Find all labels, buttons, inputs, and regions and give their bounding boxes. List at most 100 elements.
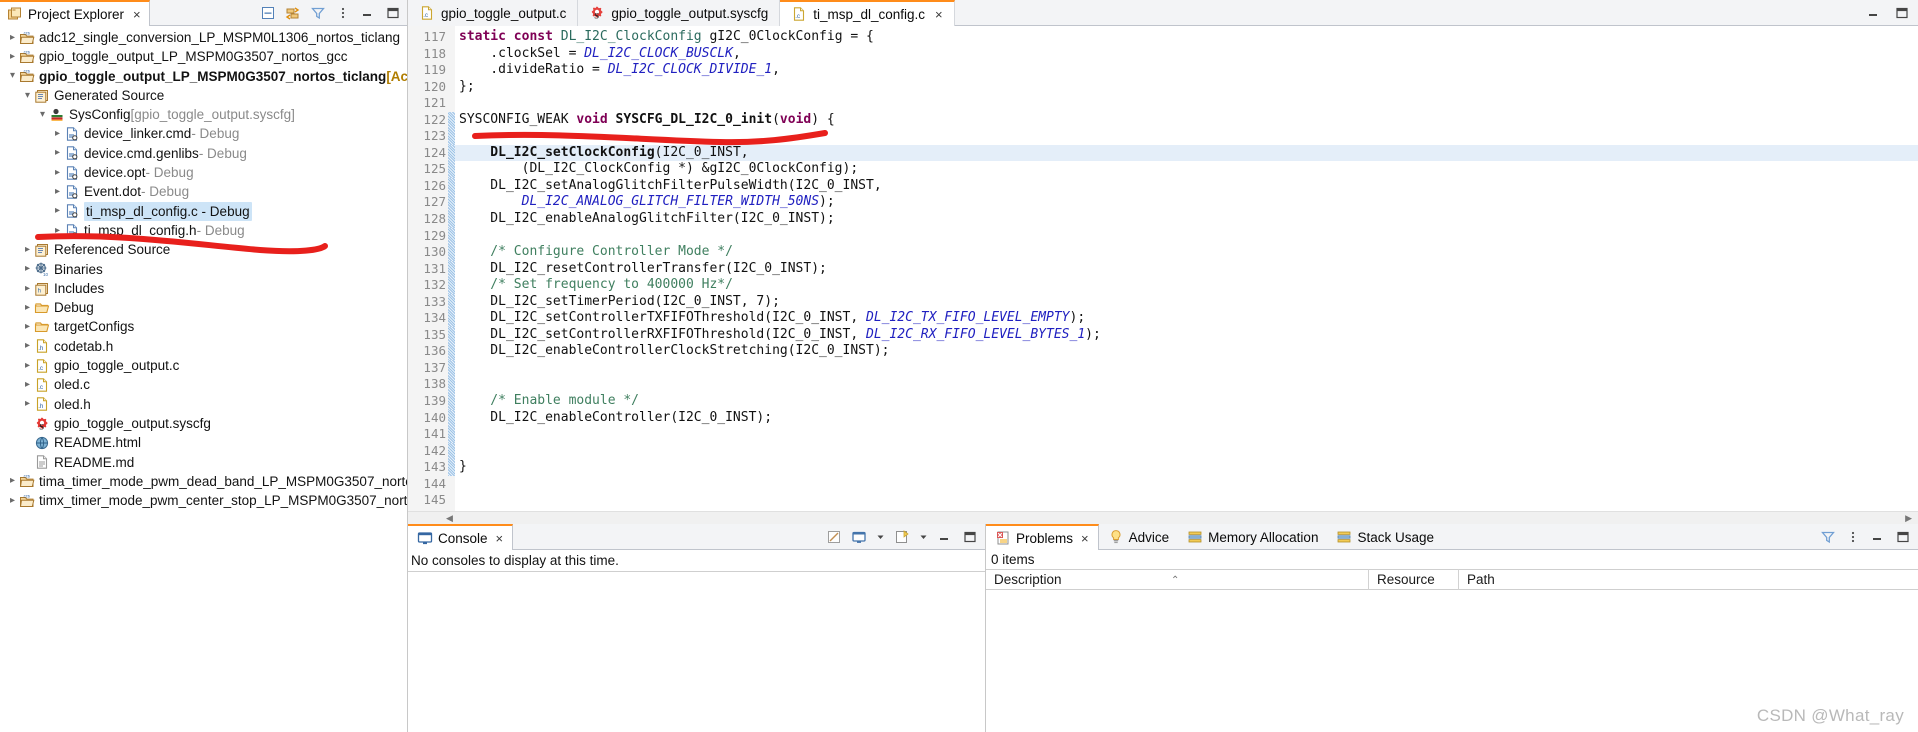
editor-tab[interactable]: Sgpio_toggle_output.syscfg <box>578 0 781 26</box>
display-selected-console-icon[interactable] <box>851 529 867 545</box>
problems-panel-tab[interactable]: Memory Allocation <box>1178 524 1327 550</box>
tree-item[interactable]: ▸ targetConfigs <box>0 317 407 336</box>
chevron-down-icon[interactable]: ▾ <box>6 71 19 81</box>
problems-panel-tab[interactable]: Problems × <box>986 524 1099 550</box>
fold-marker[interactable] <box>448 492 455 509</box>
fold-marker[interactable] <box>448 244 455 261</box>
tree-item[interactable]: ▸ h Includes <box>0 279 407 298</box>
chevron-down-icon[interactable]: ▾ <box>21 90 34 101</box>
fold-marker[interactable] <box>448 46 455 63</box>
code-line[interactable]: DL_I2C_setClockConfig(I2C_0_INST, <box>455 144 1918 162</box>
editor-tabbar[interactable]: .c gpio_toggle_output.c Sgpio_toggle_outpu… <box>408 0 1918 26</box>
fold-marker[interactable] <box>448 393 455 410</box>
open-console-dropdown-icon[interactable] <box>919 529 928 545</box>
tree-item[interactable]: ▸ ti_msp_dl_config.c - Debug <box>0 201 407 221</box>
fold-marker[interactable] <box>448 459 455 476</box>
chevron-right-icon[interactable]: ▸ <box>6 32 19 43</box>
minimize-icon[interactable] <box>1870 529 1886 545</box>
chevron-right-icon[interactable]: ▸ <box>51 225 64 236</box>
code-line[interactable]: SYSCONFIG_WEAK void SYSCFG_DL_I2C_0_init… <box>455 112 1918 129</box>
code-line[interactable]: .divideRatio = DL_I2C_CLOCK_DIVIDE_1, <box>455 62 1918 79</box>
fold-marker[interactable] <box>448 29 455 46</box>
close-icon[interactable]: × <box>1081 531 1089 546</box>
chevron-right-icon[interactable]: ▸ <box>21 322 34 332</box>
close-icon[interactable]: × <box>496 531 504 546</box>
problems-panel-tab[interactable]: Stack Usage <box>1327 524 1443 550</box>
problems-panel-tab[interactable]: Advice <box>1099 524 1179 550</box>
code-line[interactable] <box>455 95 1918 112</box>
tree-item[interactable]: ▸ device.opt - Debug <box>0 163 407 182</box>
column-header-path[interactable]: Path <box>1458 569 1918 590</box>
editor-tab[interactable]: .c ti_msp_dl_config.c × <box>780 0 955 26</box>
fold-marker[interactable] <box>448 177 455 195</box>
code-text-area[interactable]: static const DL_I2C_ClockConfig gI2C_0Cl… <box>455 26 1918 511</box>
tree-item[interactable]: ▸ .h codetab.h <box>0 337 407 356</box>
tree-item[interactable]: ▸ .h oled.h <box>0 395 407 414</box>
collapse-all-icon[interactable] <box>260 5 276 21</box>
chevron-right-icon[interactable]: ▸ <box>21 360 34 371</box>
fold-marker[interactable] <box>448 79 455 96</box>
tree-item[interactable]: ▸ ti_msp_dl_config.h - Debug <box>0 221 407 240</box>
code-line[interactable]: /* Configure Controller Mode */ <box>455 244 1918 261</box>
tree-item[interactable]: README.md <box>0 453 407 472</box>
maximize-icon[interactable] <box>385 5 401 21</box>
chevron-right-icon[interactable]: ▸ <box>6 495 19 506</box>
chevron-right-icon[interactable]: ▸ <box>21 283 34 294</box>
tab-project-explorer[interactable]: Project Explorer × <box>0 0 150 26</box>
fold-marker[interactable] <box>448 343 455 360</box>
view-menu-icon[interactable] <box>335 5 351 21</box>
tree-item[interactable]: ▸ .c oled.c <box>0 375 407 394</box>
fold-marker[interactable] <box>448 359 455 377</box>
fold-marker[interactable] <box>448 128 455 145</box>
tree-item[interactable]: ▸ ccs tima_timer_mode_pwm_dead_band_LP_MSP… <box>0 472 407 491</box>
link-with-editor-icon[interactable] <box>285 5 301 21</box>
code-line[interactable]: DL_I2C_setControllerRXFIFOThreshold(I2C_… <box>455 327 1918 344</box>
fold-marker[interactable] <box>448 144 455 162</box>
fold-marker[interactable] <box>448 62 455 79</box>
chevron-right-icon[interactable]: ▸ <box>21 302 34 313</box>
tree-item[interactable]: ▸ Event.dot - Debug <box>0 182 407 201</box>
chevron-right-icon[interactable]: ▸ <box>21 379 34 390</box>
minimize-icon[interactable] <box>1866 5 1882 21</box>
code-line[interactable]: DL_I2C_enableController(I2C_0_INST); <box>455 410 1918 427</box>
fold-marker[interactable] <box>448 95 455 112</box>
tree-item[interactable]: Sgpio_toggle_output.syscfg <box>0 414 407 433</box>
fold-marker[interactable] <box>448 293 455 311</box>
fold-marker[interactable] <box>448 426 455 443</box>
fold-marker[interactable] <box>448 277 455 294</box>
view-filter-icon[interactable] <box>1820 529 1836 545</box>
chevron-right-icon[interactable]: ▸ <box>51 148 64 158</box>
chevron-right-icon[interactable]: ▸ <box>51 129 64 139</box>
code-line[interactable] <box>455 476 1918 493</box>
code-line[interactable]: DL_I2C_setAnalogGlitchFilterPulseWidth(I… <box>455 178 1918 195</box>
tree-item[interactable]: ▸ Referenced Source <box>0 240 407 259</box>
tree-item[interactable]: ▾ SysConfig [gpio_toggle_output.syscfg] <box>0 105 407 124</box>
editor-horizontal-scrollbar[interactable]: ◀ ▶ <box>408 511 1918 524</box>
fold-marker[interactable] <box>448 310 455 327</box>
tree-item[interactable]: ▸ .c gpio_toggle_output.c <box>0 356 407 375</box>
tree-item[interactable]: ▸ Debug <box>0 298 407 317</box>
code-line[interactable] <box>455 128 1918 145</box>
tree-item[interactable]: ▸ ccs timx_timer_mode_pwm_center_stop_LP_M… <box>0 491 407 510</box>
code-line[interactable]: DL_I2C_enableAnalogGlitchFilter(I2C_0_IN… <box>455 211 1918 228</box>
view-menu-icon[interactable] <box>1845 529 1861 545</box>
code-line[interactable]: DL_I2C_setTimerPeriod(I2C_0_INST, 7); <box>455 294 1918 311</box>
chevron-right-icon[interactable]: ▸ <box>51 206 64 216</box>
column-header-resource[interactable]: Resource <box>1368 569 1458 590</box>
maximize-icon[interactable] <box>1895 529 1911 545</box>
code-line[interactable]: static const DL_I2C_ClockConfig gI2C_0Cl… <box>455 29 1918 46</box>
column-header-description[interactable]: Description ⌃ <box>986 569 1368 590</box>
fold-marker[interactable] <box>448 227 455 245</box>
chevron-right-icon[interactable]: ▸ <box>6 51 19 62</box>
code-line[interactable]: DL_I2C_enableControllerClockStretching(I… <box>455 343 1918 360</box>
fold-marker[interactable] <box>448 376 455 394</box>
tree-item[interactable]: ▸ ccs gpio_toggle_output_LP_MSPM0G3507_nor… <box>0 47 407 66</box>
problems-tabbar[interactable]: Problems × Advice Memory Allocation Stack Us… <box>986 524 1918 550</box>
tab-console[interactable]: Console × <box>408 524 514 550</box>
chevron-right-icon[interactable]: ▸ <box>21 264 34 274</box>
scroll-left-icon[interactable]: ◀ <box>446 513 453 524</box>
code-line[interactable]: /* Enable module */ <box>455 393 1918 410</box>
fold-marker[interactable] <box>448 476 455 493</box>
project-tree[interactable]: ▸ ccs adc12_single_conversion_LP_MSPM0L130… <box>0 26 407 732</box>
chevron-down-icon[interactable]: ▾ <box>36 109 49 120</box>
